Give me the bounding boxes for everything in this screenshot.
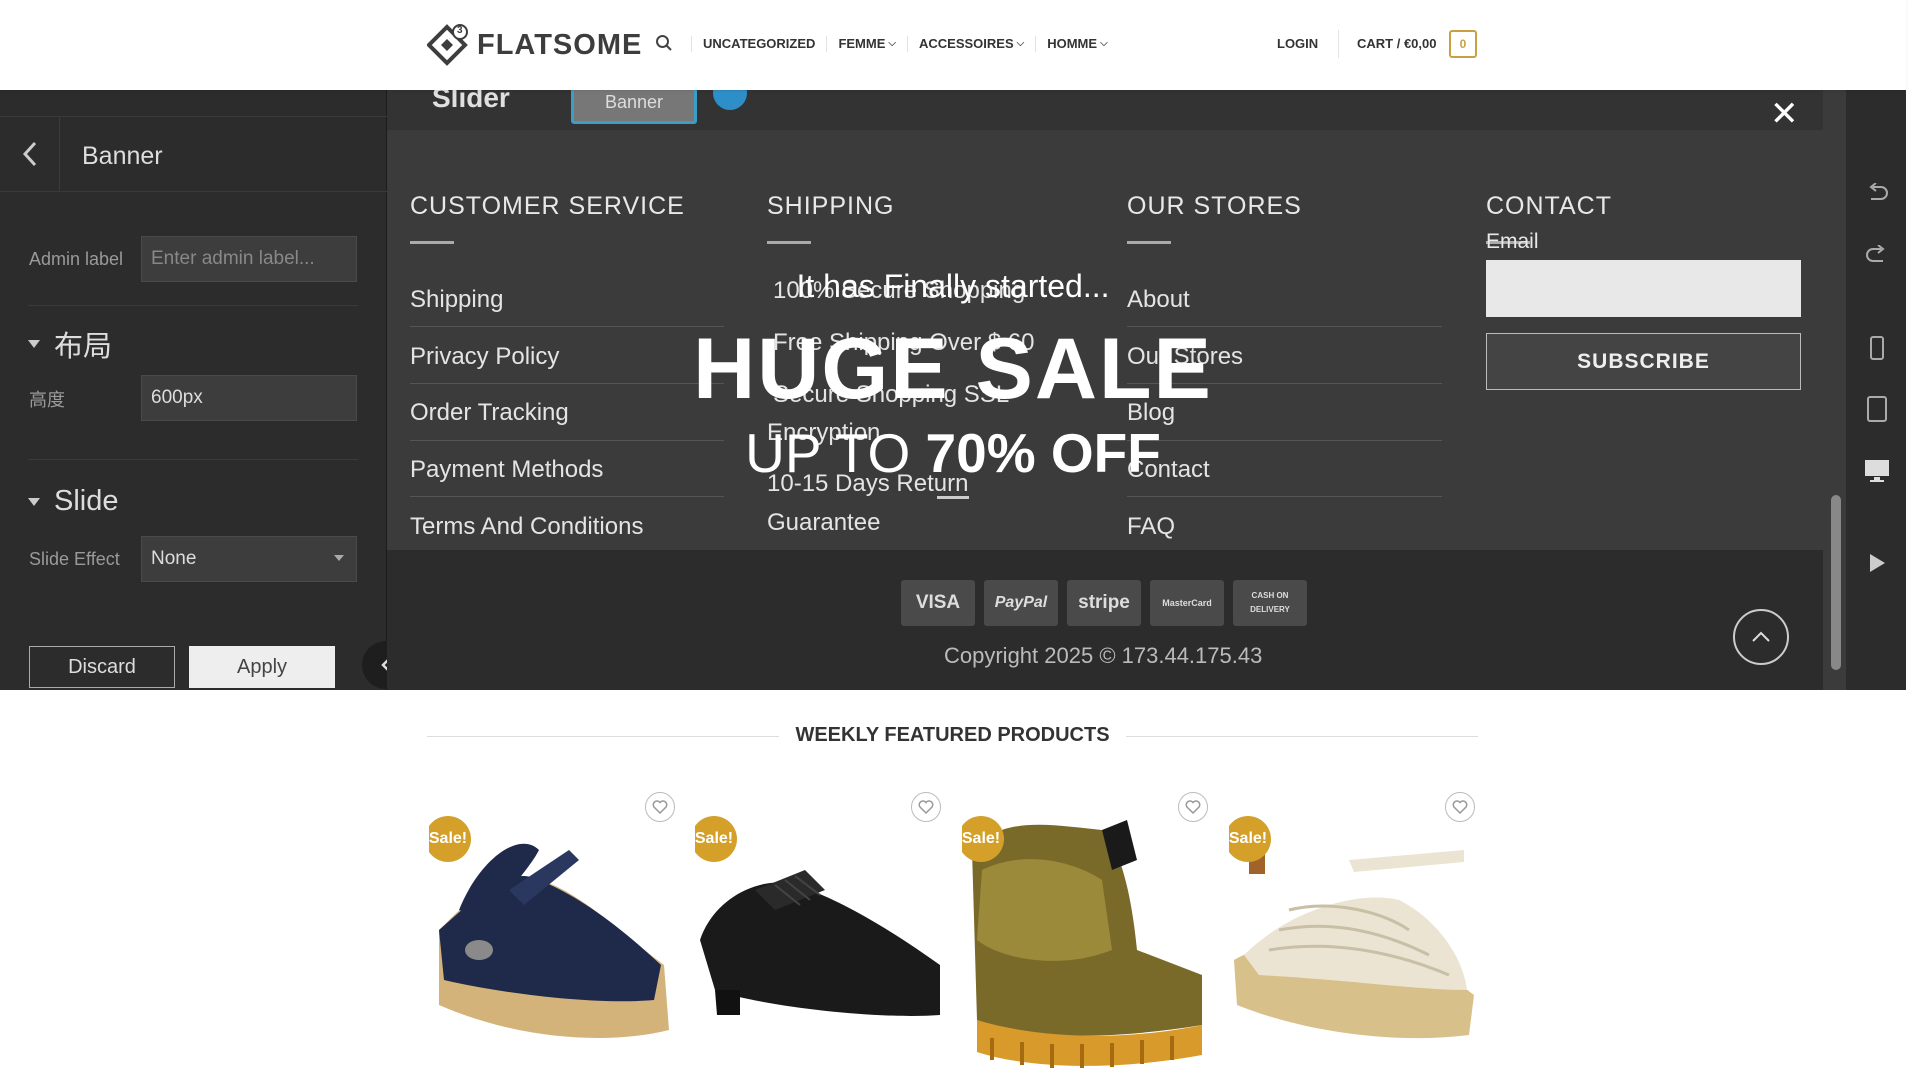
product-card[interactable]: Sale! <box>429 790 677 1080</box>
main-nav: UNCATEGORIZED FEMME ⌵ ACCESSOIRES ⌵ HOMME ⌵ <box>655 30 1119 58</box>
close-icon[interactable]: ✕ <box>1770 94 1799 134</box>
product-card[interactable]: Sale! <box>962 790 1210 1080</box>
product-card[interactable]: Sale! <box>1229 790 1477 1080</box>
site-header: 3 FLATSOME UNCATEGORIZED FEMME ⌵ ACCESSOI… <box>0 0 1906 90</box>
wishlist-heart-icon[interactable] <box>911 792 941 822</box>
wishlist-heart-icon[interactable] <box>1445 792 1475 822</box>
footer-link[interactable]: FAQ <box>1127 513 1175 541</box>
nav-label: HOMME <box>1047 36 1098 51</box>
scrollbar-thumb[interactable] <box>1831 495 1841 670</box>
title-underline <box>410 241 454 244</box>
slide-effect-label: Slide Effect <box>29 549 120 569</box>
title-underline <box>767 241 811 244</box>
stripe-icon: stripe <box>1067 580 1141 626</box>
subheadline-prefix: UP TO <box>745 422 926 484</box>
site-logo[interactable]: 3 FLATSOME <box>426 22 643 68</box>
featured-title: WEEKLY FEATURED PRODUCTS <box>795 724 1110 746</box>
nav-label: UNCATEGORIZED <box>703 36 816 51</box>
chevron-down-icon: ⌵ <box>1016 38 1025 49</box>
dropdown-arrow-icon <box>334 555 344 561</box>
nav-item-femme[interactable]: FEMME ⌵ <box>826 36 907 52</box>
slide-indicator[interactable] <box>937 496 969 499</box>
back-arrow-icon[interactable] <box>0 117 60 191</box>
cart-link[interactable]: CART / €0,00 <box>1357 36 1436 51</box>
add-element-icon[interactable] <box>713 90 747 110</box>
panel-title: Banner <box>82 142 163 170</box>
redo-icon[interactable] <box>1864 242 1890 268</box>
panel-top-strip <box>0 90 387 117</box>
slide-effect-select[interactable]: None <box>141 536 357 582</box>
back-to-top-button[interactable] <box>1733 609 1789 665</box>
visa-icon: VISA <box>901 580 975 626</box>
footer-column-title: OUR STORES <box>1127 192 1302 220</box>
header-divider <box>1338 30 1339 58</box>
divider <box>1126 736 1478 737</box>
subheadline-discount: 70% OFF <box>925 422 1161 484</box>
banner-kicker: It has Finally started... <box>796 268 1110 304</box>
preview-play-icon[interactable] <box>1864 550 1890 576</box>
section-label: Slide <box>54 485 119 517</box>
nav-item-homme[interactable]: HOMME ⌵ <box>1035 36 1118 52</box>
slider-element-label[interactable]: Slider <box>432 90 510 114</box>
divider <box>410 496 724 497</box>
nav-label: ACCESSOIRES <box>918 36 1014 51</box>
banner-headline: HUGE SALE <box>693 321 1213 417</box>
divider <box>0 191 387 192</box>
footer-column-title: CONTACT <box>1486 192 1612 220</box>
copyright-text: Copyright 2025 © 173.44.175.43 <box>944 643 1263 668</box>
logo-badge: 3 <box>457 25 463 36</box>
product-card[interactable]: Sale! <box>695 790 943 1080</box>
nav-item-uncategorized[interactable]: UNCATEGORIZED <box>691 36 826 52</box>
cart-count-badge[interactable]: 0 <box>1449 30 1477 58</box>
footer-link[interactable]: Terms And Conditions <box>410 513 643 541</box>
select-value: None <box>151 548 197 569</box>
admin-label-label: Admin label <box>29 249 124 269</box>
logo-mark-icon: 3 <box>426 23 471 67</box>
builder-toolbar-strip: Slider Banner ✕ <box>387 90 1823 133</box>
apply-button[interactable]: Apply <box>189 646 335 688</box>
logo-text: FLATSOME <box>477 28 643 61</box>
login-link[interactable]: LOGIN <box>1277 36 1318 51</box>
wishlist-heart-icon[interactable] <box>645 792 675 822</box>
banner-element-chip[interactable]: Banner <box>571 90 697 124</box>
discard-button[interactable]: Discard <box>29 646 175 688</box>
email-label: Email <box>1486 230 1539 253</box>
caret-down-icon <box>28 497 40 506</box>
slide-section-toggle[interactable]: Slide <box>28 485 119 518</box>
divider <box>28 305 358 306</box>
mastercard-icon: MasterCard <box>1150 580 1224 626</box>
paypal-icon: PayPal <box>984 580 1058 626</box>
wishlist-heart-icon[interactable] <box>1178 792 1208 822</box>
search-icon[interactable] <box>655 34 675 54</box>
nav-label: FEMME <box>838 36 886 51</box>
footer-column-title: CUSTOMER SERVICE <box>410 192 685 220</box>
chevron-down-icon: ⌵ <box>888 38 896 49</box>
footer-column-title: SHIPPING <box>767 192 895 220</box>
banner-subheadline: UP TO 70% OFF <box>0 421 1906 485</box>
cash-on-delivery-icon: CASH ON DELIVERY <box>1233 580 1307 626</box>
title-underline <box>1127 241 1171 244</box>
undo-icon[interactable] <box>1864 180 1890 206</box>
divider <box>427 736 779 737</box>
chevron-down-icon: ⌵ <box>1100 38 1108 49</box>
nav-item-accessoires[interactable]: ACCESSOIRES ⌵ <box>906 36 1035 52</box>
chevron-up-icon <box>1752 631 1770 642</box>
footer-text: Guarantee <box>767 509 881 536</box>
divider <box>1127 496 1442 497</box>
